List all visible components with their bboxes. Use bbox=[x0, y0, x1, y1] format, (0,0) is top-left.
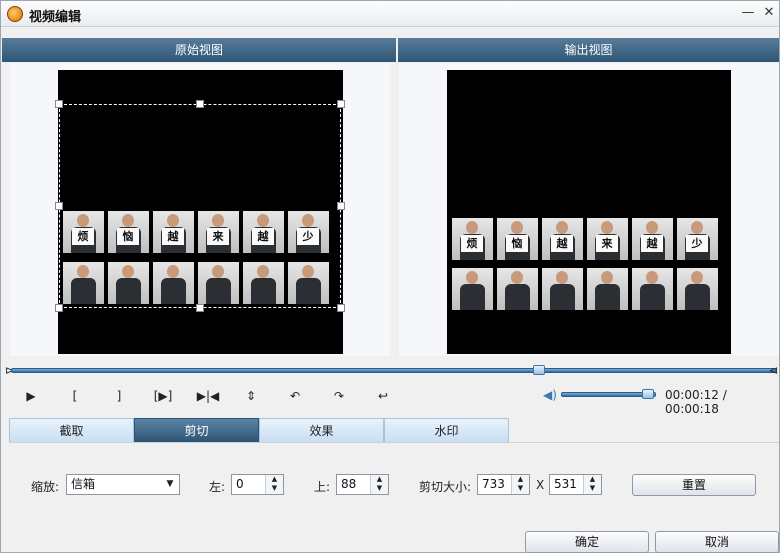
video-thumbnail: 恼 bbox=[497, 218, 538, 260]
rotate-right-button[interactable]: ↷ bbox=[329, 388, 349, 404]
crop-width-value[interactable]: 733 bbox=[482, 477, 505, 491]
undo-button[interactable]: ↩ bbox=[373, 388, 393, 404]
top-offset-value[interactable]: 88 bbox=[341, 477, 356, 491]
video-thumbnail: 来 bbox=[587, 218, 628, 260]
seek-bar[interactable] bbox=[11, 368, 776, 373]
original-view-header: 原始视图 bbox=[2, 38, 396, 62]
video-thumbnail: 少 bbox=[677, 218, 718, 260]
crop-handle[interactable] bbox=[337, 304, 345, 312]
time-readout: 00:00:12 / 00:00:18 bbox=[665, 388, 727, 416]
spin-up-icon[interactable]: ▲ bbox=[584, 475, 601, 484]
left-offset-label: 左: bbox=[209, 480, 226, 494]
left-offset-spinner[interactable]: 0 ▲ ▼ bbox=[231, 474, 284, 495]
crop-handle[interactable] bbox=[55, 304, 63, 312]
mark-in-button[interactable]: [ bbox=[65, 388, 85, 404]
play-selection-button[interactable]: [▶] bbox=[149, 388, 177, 404]
spin-down-icon[interactable]: ▼ bbox=[371, 484, 388, 493]
speaker-icon[interactable]: ◀) bbox=[543, 388, 557, 402]
size-separator: X bbox=[536, 478, 545, 492]
left-offset-value[interactable]: 0 bbox=[236, 477, 244, 491]
thumbnail-row-bottom bbox=[452, 268, 718, 310]
seek-end-marker-icon: ⊲ bbox=[769, 364, 779, 377]
video-thumbnail: 烦 bbox=[452, 218, 493, 260]
edit-tabs: 截取 剪切 效果 水印 bbox=[9, 418, 509, 442]
video-thumbnail bbox=[587, 268, 628, 310]
output-video-frame: 烦 恼 越 来 越 少 bbox=[447, 70, 731, 354]
ok-button[interactable]: 确定 bbox=[525, 531, 649, 553]
spin-down-icon[interactable]: ▼ bbox=[266, 484, 283, 493]
tab-capture[interactable]: 截取 bbox=[9, 418, 134, 442]
rotate-left-button[interactable]: ↶ bbox=[285, 388, 305, 404]
crop-handle[interactable] bbox=[55, 100, 63, 108]
crop-rectangle[interactable] bbox=[59, 104, 341, 308]
app-logo-icon bbox=[7, 6, 23, 22]
video-thumbnail bbox=[497, 268, 538, 310]
window-title: 视频编辑 bbox=[29, 10, 82, 25]
output-view-header: 输出视图 bbox=[398, 38, 779, 62]
crop-height-spinner[interactable]: 531 ▲ ▼ bbox=[549, 474, 602, 495]
spin-down-icon[interactable]: ▼ bbox=[584, 484, 601, 493]
tab-crop[interactable]: 剪切 bbox=[134, 418, 259, 442]
video-thumbnail bbox=[542, 268, 583, 310]
zoom-label: 缩放: bbox=[31, 480, 60, 494]
output-view-pane: 烦 恼 越 来 越 少 bbox=[399, 63, 779, 356]
seek-slider-thumb[interactable] bbox=[533, 365, 545, 375]
video-thumbnail: 越 bbox=[542, 218, 583, 260]
zoom-select[interactable]: 信箱 ▼ bbox=[66, 474, 180, 495]
mark-out-button[interactable]: ] bbox=[109, 388, 129, 404]
spin-down-icon[interactable]: ▼ bbox=[512, 484, 529, 493]
video-thumbnail: 越 bbox=[632, 218, 673, 260]
spin-up-icon[interactable]: ▲ bbox=[266, 475, 283, 484]
crop-handle[interactable] bbox=[337, 100, 345, 108]
tab-effects[interactable]: 效果 bbox=[259, 418, 384, 442]
chevron-down-icon[interactable]: ▼ bbox=[161, 475, 179, 494]
tab-watermark[interactable]: 水印 bbox=[384, 418, 509, 442]
original-video-frame: 烦 恼 越 来 越 少 bbox=[55, 70, 345, 354]
spin-up-icon[interactable]: ▲ bbox=[371, 475, 388, 484]
crop-handle[interactable] bbox=[55, 202, 63, 210]
spin-up-icon[interactable]: ▲ bbox=[512, 475, 529, 484]
cancel-button[interactable]: 取消 bbox=[655, 531, 779, 553]
thumbnail-row-top: 烦 恼 越 来 越 少 bbox=[452, 218, 718, 260]
crop-handle[interactable] bbox=[337, 202, 345, 210]
close-button[interactable]: ✕ bbox=[761, 5, 777, 21]
crop-handle[interactable] bbox=[196, 100, 204, 108]
top-offset-label: 上: bbox=[314, 480, 331, 494]
crop-size-label: 剪切大小: bbox=[419, 480, 472, 494]
flip-vertical-button[interactable]: ⇕ bbox=[241, 388, 261, 404]
minimize-button[interactable]: — bbox=[740, 5, 756, 21]
video-thumbnail bbox=[452, 268, 493, 310]
play-button[interactable]: ▶ bbox=[21, 388, 41, 404]
volume-slider-thumb[interactable] bbox=[642, 389, 654, 399]
crop-handle[interactable] bbox=[196, 304, 204, 312]
video-thumbnail bbox=[632, 268, 673, 310]
zoom-select-value: 信箱 bbox=[71, 477, 96, 491]
next-frame-button[interactable]: ▶|◀ bbox=[195, 388, 221, 404]
crop-width-spinner[interactable]: 733 ▲ ▼ bbox=[477, 474, 530, 495]
original-view-pane: 烦 恼 越 来 越 少 bbox=[10, 63, 390, 356]
video-thumbnail bbox=[677, 268, 718, 310]
title-bar: 视频编辑 — ✕ bbox=[1, 1, 779, 27]
reset-button[interactable]: 重置 bbox=[632, 474, 756, 496]
crop-height-value[interactable]: 531 bbox=[554, 477, 577, 491]
video-edit-window: 视频编辑 — ✕ 原始视图 输出视图 烦 恼 越 来 越 少 烦 恼 越 来 越… bbox=[0, 0, 780, 553]
top-offset-spinner[interactable]: 88 ▲ ▼ bbox=[336, 474, 389, 495]
